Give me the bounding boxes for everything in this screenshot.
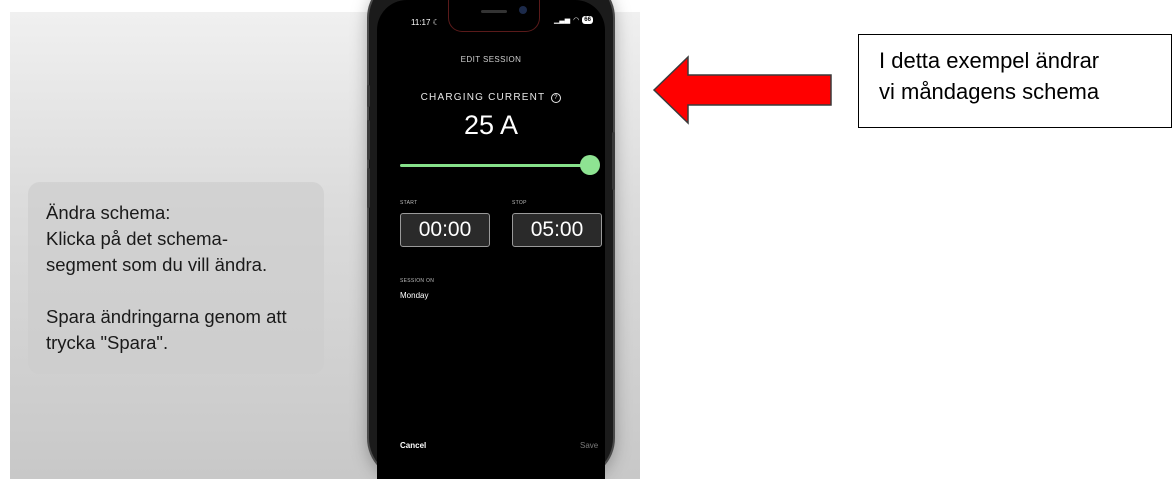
session-on-label: SESSION ON	[400, 278, 435, 284]
info-icon[interactable]: ?	[551, 93, 562, 103]
moon-icon: ☾	[430, 18, 440, 27]
status-time: 11:17 ☾	[411, 18, 440, 27]
instruction-text-line: segment som du vill ändra.	[46, 254, 268, 275]
stop-time-field[interactable]: 05:00	[512, 213, 602, 247]
wifi-icon: ◠	[573, 17, 580, 24]
dynamic-island	[448, 0, 540, 32]
phone-volume-up	[367, 120, 370, 160]
status-icons: ▁▃▅ ◠ 66	[554, 16, 593, 24]
callout-text-line: vi måndagens schema	[879, 79, 1100, 104]
camera-icon	[519, 6, 527, 14]
current-slider-handle[interactable]	[580, 155, 600, 175]
speaker-grille	[481, 10, 507, 13]
phone-power-button	[612, 132, 615, 190]
battery-icon: 66	[582, 16, 593, 24]
start-label: START	[400, 200, 418, 206]
phone-mute-switch	[367, 85, 370, 107]
pointer-arrow-icon	[652, 55, 832, 125]
signal-icon: ▁▃▅	[554, 17, 571, 24]
session-day-selector[interactable]: Monday	[400, 291, 428, 300]
charging-current-label: CHARGING CURRENT?	[377, 92, 605, 103]
cancel-button[interactable]: Cancel	[400, 441, 426, 450]
charging-current-value: 25 A	[463, 110, 519, 140]
phone-volume-down	[367, 168, 370, 208]
callout-box: I detta exempel ändrar vi måndagens sche…	[858, 34, 1172, 128]
current-slider-track[interactable]	[400, 164, 592, 167]
start-time-field[interactable]: 00:00	[400, 213, 490, 247]
instruction-text-line: trycka "Spara".	[46, 332, 169, 353]
callout-text-line: I detta exempel ändrar	[879, 48, 1100, 73]
screen-title: EDIT SESSION	[460, 55, 522, 64]
instruction-card: Ändra schema: Klicka på det schema- segm…	[28, 182, 324, 374]
instruction-heading: Ändra schema:	[46, 202, 171, 223]
stop-label: STOP	[512, 200, 527, 206]
phone-screen: 11:17 ☾ ▁▃▅ ◠ 66 EDIT SESSION CHARGING C…	[377, 0, 605, 479]
save-button[interactable]: Save	[580, 441, 598, 450]
instruction-text-line: Klicka på det schema-	[46, 228, 229, 249]
instruction-text-line: Spara ändringarna genom att	[46, 306, 287, 327]
